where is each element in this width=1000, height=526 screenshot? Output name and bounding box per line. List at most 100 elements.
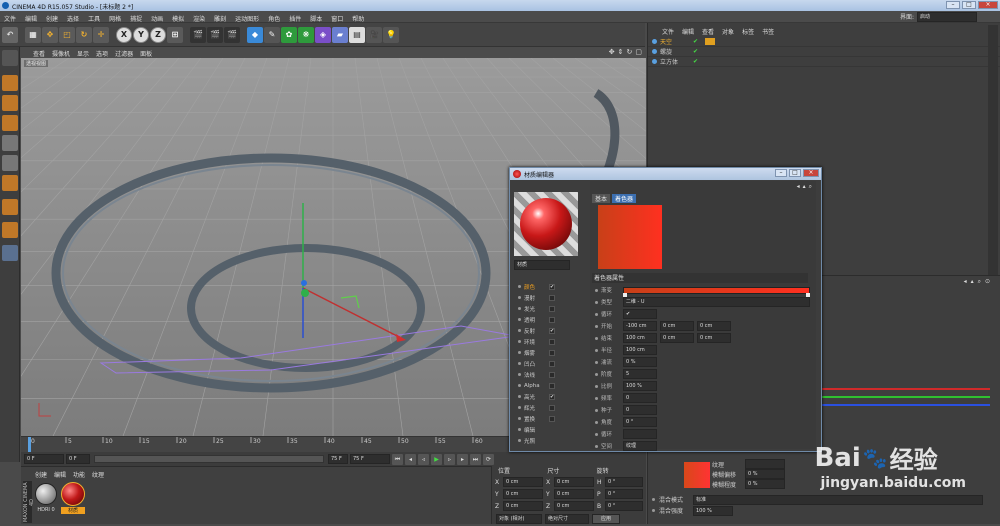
mode-icon[interactable] [2,50,18,66]
property-value-3[interactable]: 0 cm [697,321,731,331]
cube-icon[interactable]: ◆ [247,26,263,43]
apply-button[interactable]: 应用 [592,514,620,524]
goto-start-icon[interactable]: ⏮ [392,453,403,465]
property-value[interactable]: 100 cm [623,345,657,355]
property-value[interactable]: 0 ° [623,417,657,427]
attr-color-swatch[interactable] [684,462,710,488]
attr-back-icon[interactable]: ◂ [964,278,967,288]
channel-row[interactable]: 置换 [514,413,576,424]
property-value-2[interactable]: 0 cm [660,321,694,331]
shader-preview[interactable] [598,205,662,269]
property-value[interactable]: -100 cm [623,321,657,331]
menu-item[interactable]: 网格 [109,14,121,23]
workplane-icon[interactable] [2,115,18,131]
light-icon[interactable]: 💡 [383,26,399,43]
hdri-material-thumb[interactable] [35,483,57,505]
type-select[interactable]: 二维 - U [622,297,810,307]
channel-label[interactable]: Alpha [524,383,546,389]
menu-item[interactable]: 选择 [67,14,79,23]
dialog-maximize-button[interactable]: □ [789,169,801,177]
object-name[interactable]: 立方体 [660,57,690,66]
viewport-menu-item[interactable]: 过滤器 [115,49,133,58]
play-icon[interactable]: ▶ [431,453,442,465]
visibility-check-icon[interactable]: ✔ [693,48,698,55]
channel-checkbox[interactable] [549,294,555,301]
gradient-knot-end[interactable] [806,292,810,297]
channel-row[interactable]: 透明 [514,314,576,325]
position-field[interactable]: 0 cm [503,489,543,499]
start-frame-field[interactable]: 0 F [24,454,64,464]
deformer-icon[interactable]: ◈ [315,26,331,43]
channel-label[interactable]: 置换 [524,415,546,423]
nav-search-icon[interactable]: ⌕ [809,183,812,191]
pan-icon[interactable]: ✥ [609,48,615,56]
menu-item[interactable]: 脚本 [310,14,322,23]
camera-icon[interactable]: 🎥 [366,26,382,43]
menu-item[interactable]: 插件 [289,14,301,23]
prev-frame-icon[interactable]: ◃ [418,453,429,465]
gradient-knot-start[interactable] [622,292,627,297]
channel-checkbox[interactable]: ✔ [549,283,555,290]
size-field[interactable]: 0 cm [554,477,594,487]
object-menu-item[interactable]: 文件 [662,27,674,36]
material-name-field[interactable]: 材质 [514,260,570,270]
channel-checkbox[interactable] [549,404,555,411]
menu-item[interactable]: 动画 [151,14,163,23]
channel-row[interactable]: 光照 [514,435,576,446]
layout-value[interactable]: 启动 [917,12,978,22]
menu-item[interactable]: 捕捉 [130,14,142,23]
maximize-view-icon[interactable]: ▢ [635,48,642,56]
attr-sub-value[interactable] [745,459,785,469]
z-axis-button[interactable]: Z [150,26,166,43]
object-row[interactable]: 天空 ✔ [648,37,1000,47]
move-icon[interactable]: ✥ [42,26,58,43]
object-menu-item[interactable]: 编辑 [682,27,694,36]
channel-row[interactable]: 凹凸 [514,358,576,369]
channel-label[interactable]: 颜色 [524,283,546,291]
zoom-icon[interactable]: ⇕ [618,48,624,56]
channel-row[interactable]: 高光 ✔ [514,391,576,402]
render-picture-icon[interactable]: 🎬 [207,26,223,43]
channel-row[interactable]: 辉光 [514,402,576,413]
undo-icon[interactable]: ↶ [2,26,18,43]
preview-end-field[interactable]: 75 F [350,454,390,464]
material-menu-item[interactable]: 编辑 [54,470,66,479]
coordinate-system-icon[interactable]: ⊞ [167,26,183,43]
menu-item[interactable]: 帮助 [352,14,364,23]
channel-label[interactable]: 法线 [524,371,546,379]
channel-label[interactable]: 编辑 [524,426,546,434]
visibility-check-icon[interactable]: ✔ [693,58,698,65]
attr-up-icon[interactable]: ▴ [971,278,974,288]
object-menu-item[interactable]: 标签 [742,27,754,36]
menu-item[interactable]: 编辑 [25,14,37,23]
object-row[interactable]: 螺旋 ✔ [648,47,1000,57]
channel-label[interactable]: 光照 [524,437,546,445]
menu-item[interactable]: 模拟 [172,14,184,23]
maximize-button[interactable]: □ [962,1,976,9]
position-field[interactable]: 0 cm [503,501,543,511]
viewport-menu-item[interactable]: 面板 [140,49,152,58]
channel-row[interactable]: 颜色 ✔ [514,281,576,292]
channel-label[interactable]: 凹凸 [524,360,546,368]
object-name[interactable]: 螺旋 [660,47,690,56]
channel-checkbox[interactable] [549,305,555,312]
texture-mode-icon[interactable] [2,95,18,111]
minimize-button[interactable]: – [946,1,960,9]
menu-item[interactable]: 雕刻 [214,14,226,23]
object-name[interactable]: 天空 [660,37,690,46]
attr-sub-value[interactable]: 0 % [745,479,785,489]
menu-item[interactable]: 文件 [4,14,16,23]
visibility-check-icon[interactable]: ✔ [693,38,698,45]
orbit-icon[interactable]: ↻ [627,48,633,56]
material-menu-item[interactable]: 创建 [35,470,47,479]
property-value[interactable]: 0 % [623,357,657,367]
property-value[interactable]: 100 cm [623,333,657,343]
channel-label[interactable]: 烟雾 [524,349,546,357]
channel-label[interactable]: 高光 [524,393,546,401]
color-channels[interactable] [820,384,990,414]
polygons-mode-icon[interactable] [2,175,18,191]
material-preview[interactable] [514,192,578,256]
gradient-bar[interactable] [622,286,810,297]
material-menu-item[interactable]: 功能 [73,470,85,479]
property-value[interactable]: 0 [623,405,657,415]
